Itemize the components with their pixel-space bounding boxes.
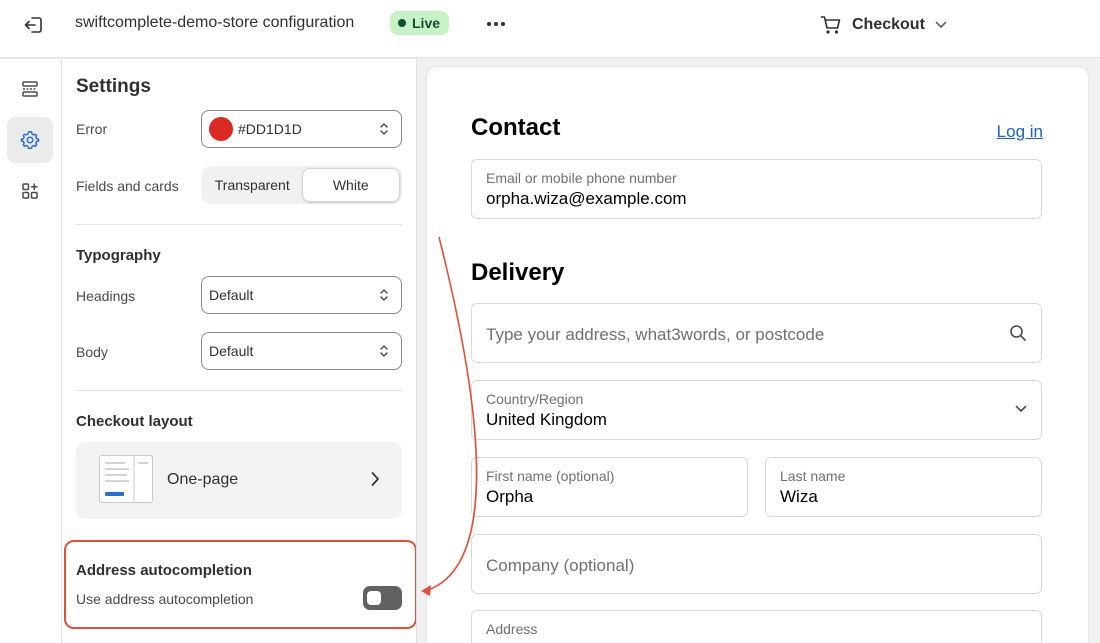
- email-field[interactable]: Email or mobile phone number orpha.wiza@…: [471, 159, 1042, 219]
- chevron-down-icon: [935, 21, 947, 28]
- panel-title: Settings: [76, 76, 151, 97]
- top-bar: swiftcomplete-demo-store configuration L…: [0, 0, 1100, 58]
- divider: [76, 224, 402, 225]
- search-icon: [1010, 325, 1026, 341]
- checkout-layout-value: One-page: [167, 471, 239, 488]
- divider: [76, 390, 402, 391]
- rail-apps-button[interactable]: [7, 168, 53, 214]
- checkout-layout-title: Checkout layout: [76, 413, 193, 430]
- email-field-label: Email or mobile phone number: [486, 170, 677, 186]
- error-color-select[interactable]: #DD1D1D: [201, 110, 402, 148]
- country-region-label: Country/Region: [486, 391, 584, 407]
- fields-and-cards-label: Fields and cards: [76, 178, 179, 194]
- status-badge-label: Live: [412, 15, 441, 31]
- address-search-input[interactable]: Type your address, what3words, or postco…: [471, 303, 1042, 363]
- live-dot-icon: [398, 19, 406, 27]
- checkout-preview: Contact Log in Email or mobile phone num…: [427, 67, 1088, 643]
- first-name-label: First name (optional): [486, 468, 615, 484]
- sections-icon: [22, 81, 38, 97]
- select-arrows-icon: [380, 289, 388, 301]
- exit-button[interactable]: [20, 13, 46, 37]
- last-name-label: Last name: [780, 468, 846, 484]
- exit-icon: [24, 17, 42, 33]
- apps-icon: [22, 183, 38, 199]
- one-page-layout-icon: [99, 455, 153, 503]
- page-selector[interactable]: Checkout: [820, 12, 947, 38]
- store-title: swiftcomplete-demo-store configuration: [75, 14, 355, 31]
- address-field[interactable]: Address: [471, 610, 1042, 643]
- country-region-select[interactable]: Country/Region United Kingdom: [471, 380, 1042, 440]
- status-badge: Live: [390, 11, 450, 35]
- company-field[interactable]: Company (optional): [471, 534, 1042, 594]
- body-label: Body: [76, 344, 108, 360]
- email-field-value: orpha.wiza@example.com: [486, 189, 687, 208]
- chevron-right-icon: [371, 472, 379, 486]
- typography-title: Typography: [76, 247, 161, 264]
- rail-sections-button[interactable]: [7, 66, 53, 112]
- rail-settings-button[interactable]: [7, 117, 53, 163]
- checkout-layout-card[interactable]: One-page: [76, 442, 402, 519]
- delivery-heading: Delivery: [471, 259, 565, 286]
- first-name-value: Orpha: [486, 487, 534, 506]
- more-actions-button[interactable]: [482, 12, 510, 36]
- annotation-highlight-box: [64, 540, 416, 629]
- headings-label: Headings: [76, 288, 136, 304]
- select-arrows-icon: [380, 345, 388, 357]
- body-font-value: Default: [209, 343, 254, 359]
- log-in-link[interactable]: Log in: [997, 122, 1043, 142]
- headings-font-select[interactable]: Default: [201, 276, 402, 314]
- left-rail: [0, 59, 62, 643]
- contact-heading: Contact: [471, 114, 561, 141]
- settings-panel: Settings Error #DD1D1D Fields and cards …: [62, 59, 417, 643]
- address-autocompletion-toggle-label: Use address autocompletion: [76, 591, 254, 607]
- color-swatch: [209, 117, 233, 141]
- ellipsis-icon: [487, 22, 505, 26]
- settings-gear-icon: [20, 130, 40, 150]
- company-placeholder: Company (optional): [486, 556, 635, 575]
- address-autocompletion-toggle[interactable]: [363, 586, 402, 610]
- option-white[interactable]: White: [301, 168, 400, 202]
- option-transparent[interactable]: Transparent: [203, 168, 302, 202]
- last-name-field[interactable]: Last name Wiza: [765, 457, 1042, 517]
- address-label: Address: [486, 621, 538, 637]
- country-region-value: United Kingdom: [486, 410, 607, 429]
- error-color-value: #DD1D1D: [238, 121, 302, 137]
- address-search-placeholder: Type your address, what3words, or postco…: [486, 325, 825, 344]
- page-selector-label: Checkout: [852, 16, 925, 33]
- first-name-field[interactable]: First name (optional) Orpha: [471, 457, 748, 517]
- cart-icon: [820, 16, 841, 34]
- last-name-value: Wiza: [780, 487, 818, 506]
- toggle-knob: [367, 591, 381, 605]
- body-font-select[interactable]: Default: [201, 332, 402, 370]
- chevron-down-icon: [1015, 405, 1027, 412]
- address-autocompletion-title: Address autocompletion: [76, 562, 252, 579]
- headings-font-value: Default: [209, 287, 254, 303]
- fields-and-cards-segmented-control: Transparent White: [201, 166, 402, 204]
- error-color-label: Error: [76, 121, 108, 137]
- select-arrows-icon: [380, 123, 388, 135]
